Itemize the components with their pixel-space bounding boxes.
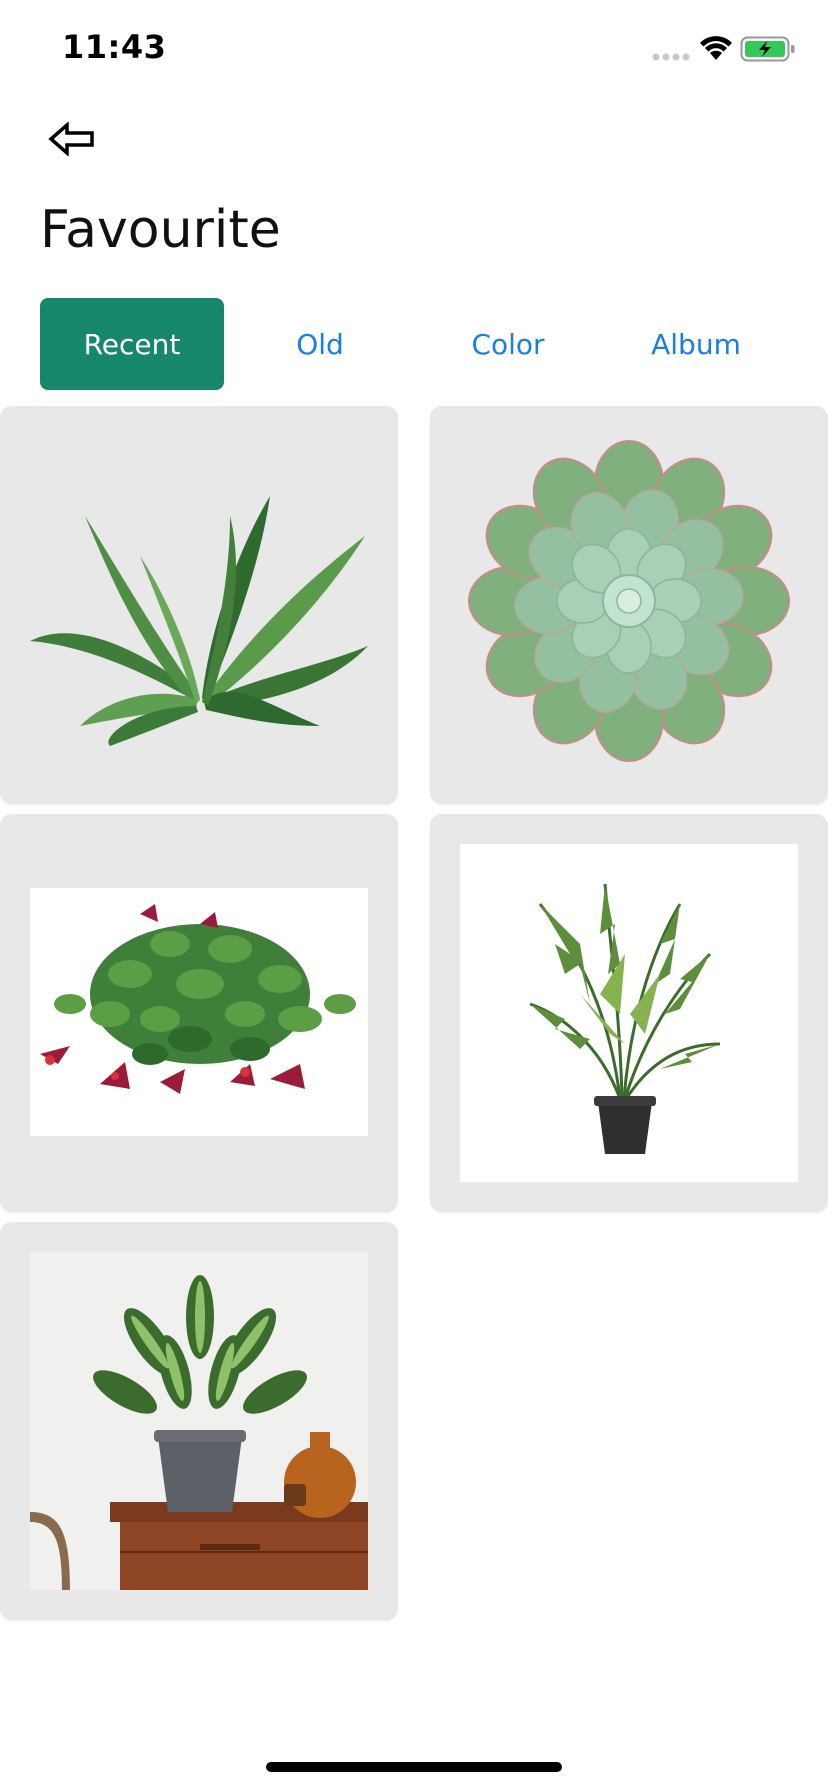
favourite-screen: 11:43 Favourite Recent Old Color Album <box>0 0 828 1792</box>
gallery-item[interactable] <box>0 814 398 1212</box>
tab-old[interactable]: Old <box>228 298 412 390</box>
battery-charging-icon <box>740 36 795 62</box>
kentia-palm-image <box>460 844 798 1182</box>
filter-tabs: Recent Old Color Album <box>40 298 792 390</box>
cellular-signal-icon <box>652 53 690 61</box>
gallery-item[interactable] <box>0 1222 398 1620</box>
gallery-item[interactable] <box>430 814 828 1212</box>
status-time: 11:43 <box>62 28 167 66</box>
gallery-item[interactable] <box>0 406 398 804</box>
page-title: Favourite <box>40 200 281 260</box>
flowering-vine-plant-image <box>30 888 368 1136</box>
gallery-item[interactable] <box>430 406 828 804</box>
echeveria-succulent-image <box>468 440 790 762</box>
status-bar: 11:43 <box>0 0 828 100</box>
tab-color[interactable]: Color <box>416 298 600 390</box>
home-indicator[interactable] <box>266 1762 562 1772</box>
wifi-icon <box>700 36 732 60</box>
calathea-on-dresser-image <box>30 1252 368 1590</box>
back-arrow-icon <box>48 122 94 156</box>
tab-recent[interactable]: Recent <box>40 298 224 390</box>
birds-nest-fern-image <box>30 496 368 746</box>
tab-album[interactable]: Album <box>604 298 788 390</box>
back-button[interactable] <box>44 114 100 164</box>
